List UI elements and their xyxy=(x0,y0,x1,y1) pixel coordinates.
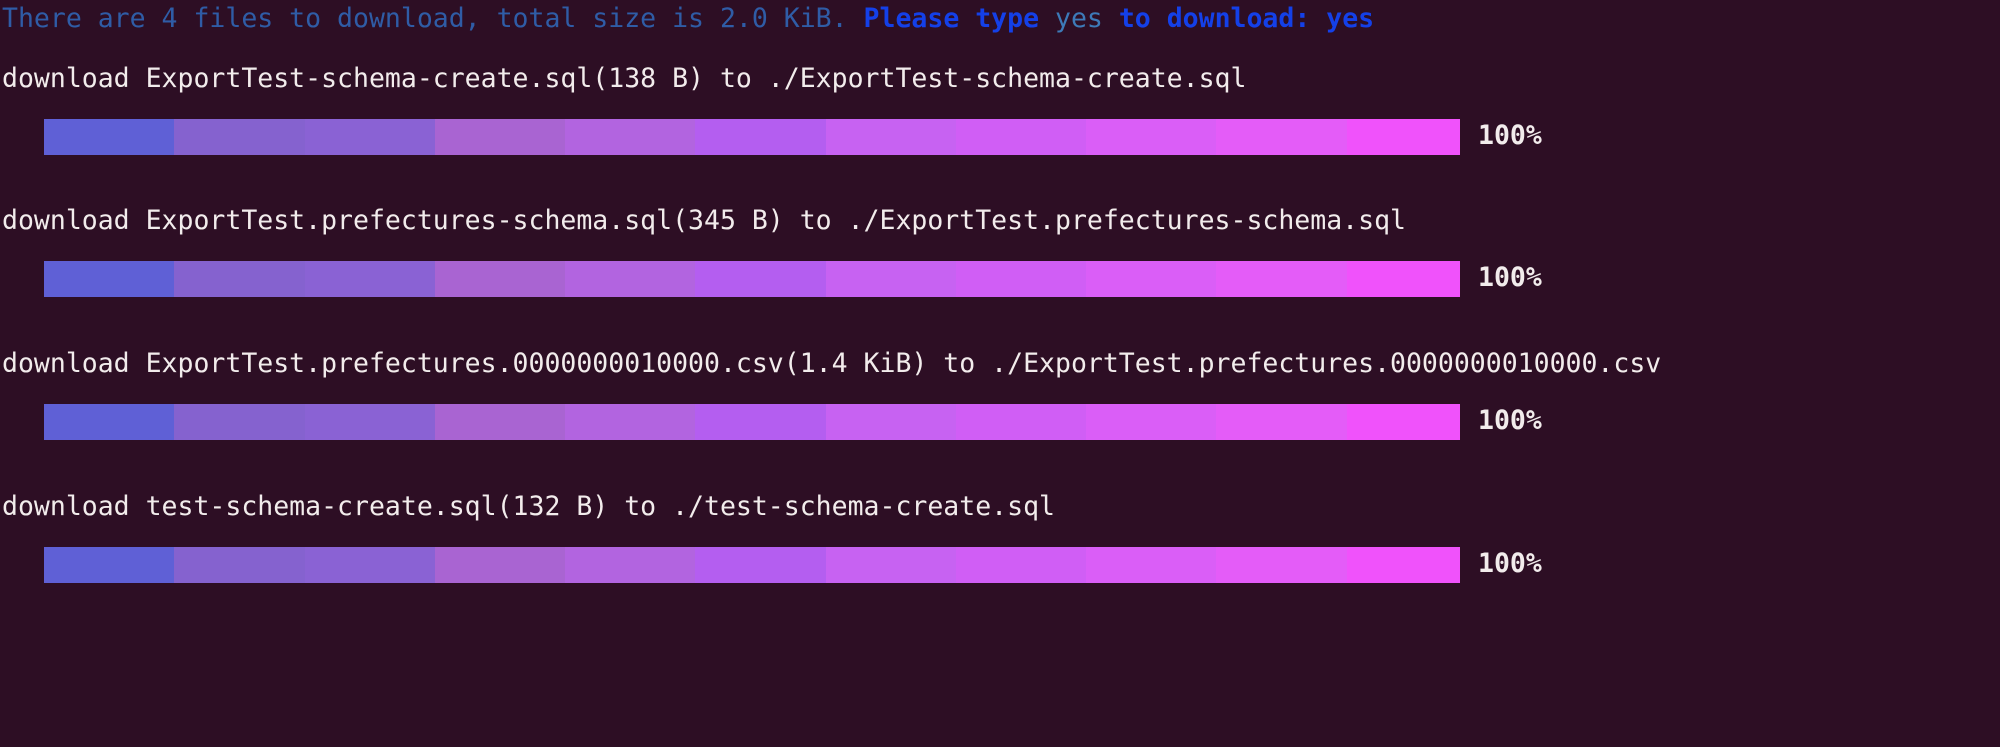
download-progress-row: 100% xyxy=(0,544,2000,584)
download-progress-row: 100% xyxy=(0,116,2000,156)
progress-bar-segment xyxy=(1216,404,1347,440)
progress-bar-segment xyxy=(304,547,435,583)
progress-bar-segment xyxy=(695,547,826,583)
progress-bar-segment xyxy=(174,119,305,155)
prompt-instruction-tail: to download: xyxy=(1102,3,1327,34)
progress-bar-segment xyxy=(174,404,305,440)
download-entry-text: download ExportTest.prefectures-schema.s… xyxy=(2,205,1406,236)
progress-bar-segment xyxy=(695,404,826,440)
progress-bar-segment xyxy=(1216,119,1347,155)
prompt-user-answer[interactable]: yes xyxy=(1326,3,1374,34)
progress-bar-segment xyxy=(565,261,696,297)
progress-bar-segment xyxy=(1346,261,1460,297)
progress-percent-label: 100% xyxy=(1478,120,1542,151)
progress-bar-segment xyxy=(174,261,305,297)
progress-bar-segment xyxy=(825,404,956,440)
progress-percent-label: 100% xyxy=(1478,262,1542,293)
progress-bar-segment xyxy=(695,119,826,155)
progress-bar xyxy=(44,119,1460,155)
progress-bar-segment xyxy=(434,261,566,297)
progress-bar-segment xyxy=(1216,547,1347,583)
progress-bar-segment xyxy=(825,119,956,155)
progress-bar-segment xyxy=(174,547,305,583)
progress-bar-segment xyxy=(955,404,1087,440)
download-entry-text: download ExportTest.prefectures.00000000… xyxy=(2,348,1662,379)
terminal-window: There are 4 files to download, total siz… xyxy=(0,0,2000,747)
progress-bar-segment xyxy=(955,261,1087,297)
progress-bar-segment xyxy=(304,404,435,440)
progress-percent-label: 100% xyxy=(1478,405,1542,436)
progress-bar-segment xyxy=(44,261,175,297)
progress-bar-segment xyxy=(565,547,696,583)
progress-bar-segment xyxy=(1086,547,1217,583)
progress-bar xyxy=(44,404,1460,440)
progress-bar-segment xyxy=(1346,119,1460,155)
progress-bar-segment xyxy=(44,404,175,440)
progress-bar-segment xyxy=(44,547,175,583)
progress-bar-segment xyxy=(955,119,1087,155)
progress-bar xyxy=(44,261,1460,297)
progress-bar-segment xyxy=(1346,404,1460,440)
download-progress-row: 100% xyxy=(0,401,2000,441)
download-progress-row: 100% xyxy=(0,258,2000,298)
progress-bar-segment xyxy=(565,404,696,440)
download-entry-text: download ExportTest-schema-create.sql(13… xyxy=(2,63,1247,94)
progress-percent-label: 100% xyxy=(1478,548,1542,579)
progress-bar-segment xyxy=(44,119,175,155)
progress-bar-segment xyxy=(434,547,566,583)
progress-bar-segment xyxy=(1086,261,1217,297)
download-confirmation-prompt: There are 4 files to download, total siz… xyxy=(2,2,1374,36)
progress-bar-segment xyxy=(304,261,435,297)
progress-bar-segment xyxy=(695,261,826,297)
download-entry-text: download test-schema-create.sql(132 B) t… xyxy=(2,491,1055,522)
progress-bar xyxy=(44,547,1460,583)
progress-bar-segment xyxy=(304,119,435,155)
progress-bar-segment xyxy=(1216,261,1347,297)
progress-bar-segment xyxy=(565,119,696,155)
progress-bar-segment xyxy=(1086,404,1217,440)
progress-bar-segment xyxy=(1086,119,1217,155)
progress-bar-segment xyxy=(434,119,566,155)
prompt-keyword-yes: yes xyxy=(1055,3,1103,34)
prompt-summary-text: There are 4 files to download, total siz… xyxy=(2,3,848,34)
progress-bar-segment xyxy=(825,547,956,583)
progress-bar-segment xyxy=(955,547,1087,583)
progress-bar-segment xyxy=(825,261,956,297)
progress-bar-segment xyxy=(1346,547,1460,583)
prompt-instruction-text: Please type xyxy=(847,3,1056,34)
progress-bar-segment xyxy=(434,404,566,440)
